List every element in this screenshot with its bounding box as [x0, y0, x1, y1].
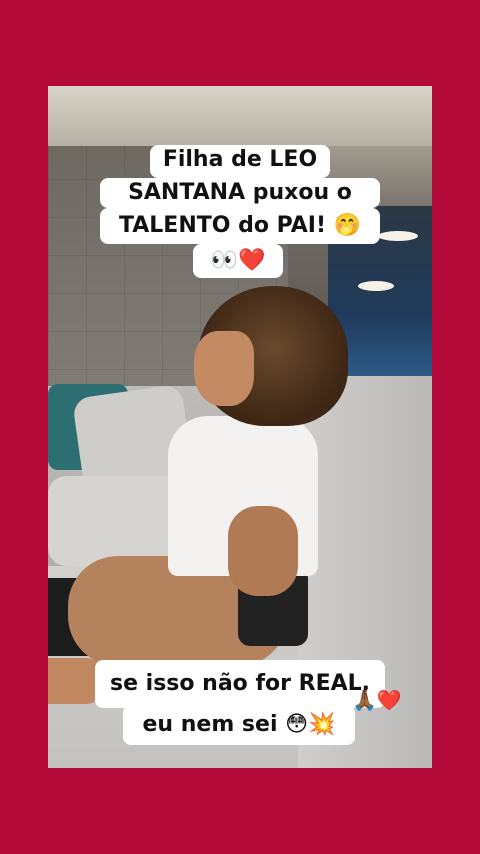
caption-top-line-3: TALENTO do PAI! 🤭 — [100, 208, 380, 244]
caption-bottom-line-2: eu nem sei 😳💥 — [123, 705, 355, 745]
floating-emoji: 🙏🏾❤️ — [352, 688, 402, 712]
ceiling-light — [358, 281, 394, 291]
child-face — [194, 331, 254, 406]
child-arm — [228, 506, 298, 596]
ceiling — [48, 86, 432, 146]
caption-top-line-4: 👀❤️ — [193, 244, 283, 278]
caption-top-line-1: Filha de LEO — [150, 145, 330, 178]
caption-bottom-line-1: se isso não for REAL, — [95, 660, 385, 708]
caption-top-line-2: SANTANA puxou o — [100, 178, 380, 208]
ceiling-light — [378, 231, 418, 241]
